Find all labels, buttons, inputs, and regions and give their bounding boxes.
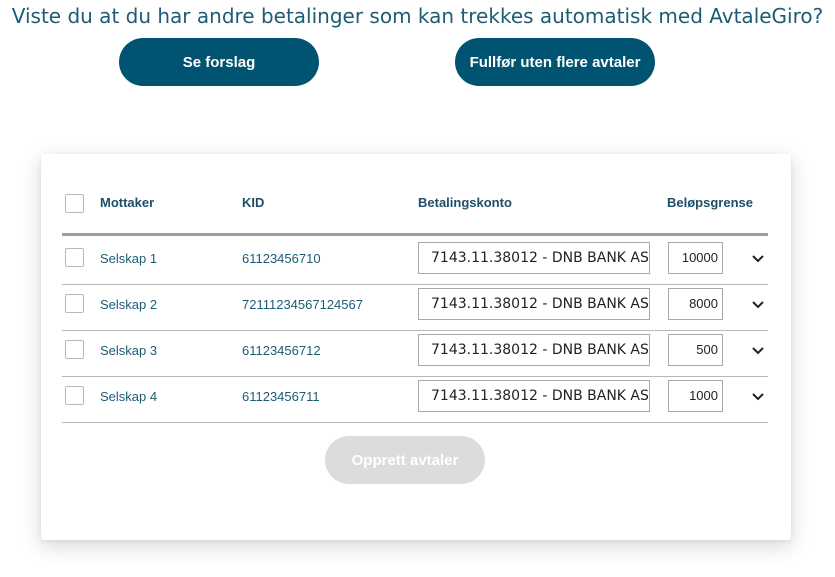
chevron-down-icon[interactable] xyxy=(751,254,765,264)
table-row: Selskap 1 61123456710 7143.11.38012 - DN… xyxy=(41,236,791,282)
recipient-cell: Selskap 3 xyxy=(100,343,158,358)
amount-limit-input[interactable]: 8000 xyxy=(668,288,723,320)
column-header-account: Betalingskonto xyxy=(418,195,512,210)
row-checkbox[interactable] xyxy=(65,294,84,313)
row-checkbox[interactable] xyxy=(65,340,84,359)
kid-cell: 61123456710 xyxy=(242,251,321,266)
chevron-down-icon[interactable] xyxy=(751,392,765,402)
see-suggestions-button[interactable]: Se forslag xyxy=(119,38,319,86)
select-all-checkbox[interactable] xyxy=(65,194,84,213)
table-bottom-divider xyxy=(62,422,768,423)
page-question: Viste du at du har andre betalinger som … xyxy=(11,4,824,28)
account-select[interactable]: 7143.11.38012 - DNB BANK ASA xyxy=(418,334,650,366)
kid-cell: 61123456712 xyxy=(242,343,321,358)
amount-limit-input[interactable]: 500 xyxy=(668,334,723,366)
table-row: Selskap 4 61123456711 7143.11.38012 - DN… xyxy=(41,374,791,420)
amount-limit-input[interactable]: 1000 xyxy=(668,380,723,412)
table-row: Selskap 3 61123456712 7143.11.38012 - DN… xyxy=(41,328,791,374)
kid-cell: 72111234567124567 xyxy=(242,297,363,312)
column-header-limit: Beløpsgrense xyxy=(667,195,753,210)
table-row: Selskap 2 72111234567124567 7143.11.3801… xyxy=(41,282,791,328)
finish-without-more-button[interactable]: Fullfør uten flere avtaler xyxy=(455,38,655,86)
chevron-down-icon[interactable] xyxy=(751,346,765,356)
account-select[interactable]: 7143.11.38012 - DNB BANK ASA xyxy=(418,288,650,320)
account-select[interactable]: 7143.11.38012 - DNB BANK ASA xyxy=(418,380,650,412)
kid-cell: 61123456711 xyxy=(242,389,320,404)
agreements-card: Mottaker KID Betalingskonto Beløpsgrense… xyxy=(41,154,791,540)
column-header-recipient: Mottaker xyxy=(100,195,155,210)
amount-limit-input[interactable]: 10000 xyxy=(668,242,723,274)
row-checkbox[interactable] xyxy=(65,386,84,405)
recipient-cell: Selskap 4 xyxy=(100,389,158,404)
account-select[interactable]: 7143.11.38012 - DNB BANK ASA xyxy=(418,242,650,274)
chevron-down-icon[interactable] xyxy=(751,300,765,310)
recipient-cell: Selskap 2 xyxy=(100,297,158,312)
column-header-kid: KID xyxy=(242,195,265,210)
row-checkbox[interactable] xyxy=(65,248,84,267)
recipient-cell: Selskap 1 xyxy=(100,251,158,266)
create-agreements-button[interactable]: Opprett avtaler xyxy=(325,436,485,484)
